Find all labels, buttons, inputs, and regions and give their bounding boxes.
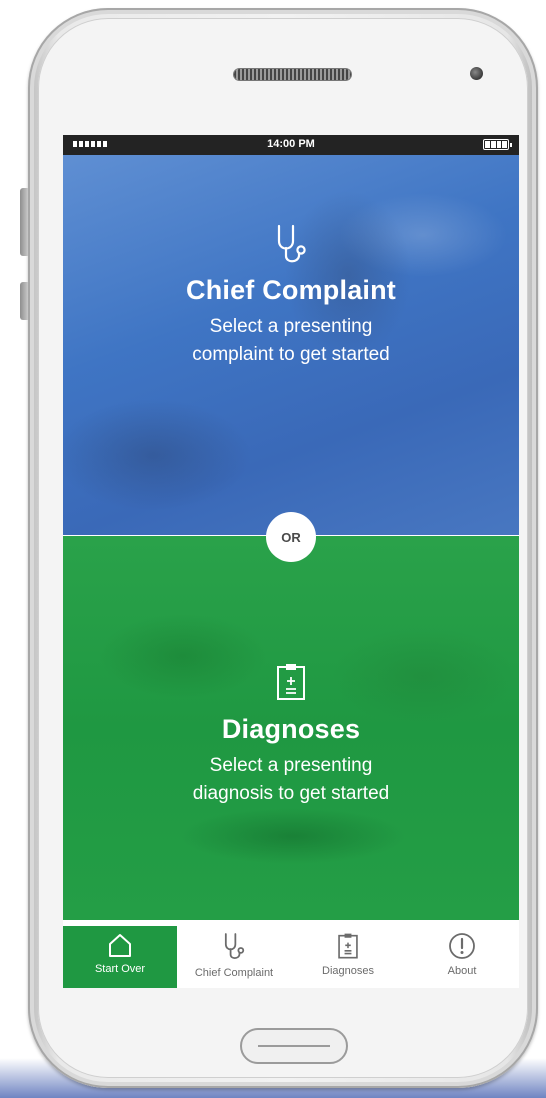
phone-screen: 14:00 PM Chief Complaint Select a presen… bbox=[63, 135, 519, 988]
tab-start-over[interactable]: Start Over bbox=[63, 926, 177, 988]
status-time: 14:00 PM bbox=[267, 138, 315, 150]
chief-complaint-subtitle-line2: complaint to get started bbox=[192, 344, 390, 365]
volume-up-button bbox=[20, 188, 28, 256]
tab-chief-complaint-label: Chief Complaint bbox=[194, 967, 274, 979]
clipboard-icon bbox=[338, 933, 358, 959]
bottom-tab-bar: Start Over Chief Complaint Diagnoses Abo… bbox=[63, 926, 519, 988]
diagnoses-content: Diagnoses Select a presenting diagnosis … bbox=[63, 662, 519, 807]
stethoscope-icon bbox=[277, 224, 306, 263]
chief-complaint-title: Chief Complaint bbox=[186, 275, 396, 305]
stethoscope-icon bbox=[224, 933, 245, 959]
diagnoses-subtitle-line1: Select a presenting bbox=[209, 755, 373, 776]
diagnoses-title: Diagnoses bbox=[221, 714, 361, 744]
tab-about-label: About bbox=[447, 965, 477, 977]
status-bar: 14:00 PM bbox=[63, 135, 519, 155]
chief-complaint-content: Chief Complaint Select a presenting comp… bbox=[63, 223, 519, 368]
battery-icon bbox=[483, 139, 512, 150]
tab-start-over-label: Start Over bbox=[94, 963, 146, 975]
info-icon bbox=[449, 933, 475, 959]
chief-complaint-subtitle-line1: Select a presenting bbox=[209, 316, 373, 337]
clipboard-icon bbox=[277, 664, 305, 700]
earpiece-speaker bbox=[234, 69, 351, 80]
home-icon bbox=[109, 934, 131, 957]
tab-about[interactable]: About bbox=[405, 926, 519, 988]
volume-down-button bbox=[20, 282, 28, 320]
chief-complaint-panel[interactable]: Chief Complaint Select a presenting comp… bbox=[63, 155, 519, 535]
diagnoses-subtitle-line2: diagnosis to get started bbox=[192, 783, 390, 804]
home-button[interactable] bbox=[240, 1028, 348, 1064]
tab-diagnoses-label: Diagnoses bbox=[322, 965, 374, 977]
or-separator: OR bbox=[266, 512, 316, 562]
tab-diagnoses[interactable]: Diagnoses bbox=[291, 926, 405, 988]
tab-chief-complaint[interactable]: Chief Complaint bbox=[177, 926, 291, 988]
front-camera bbox=[470, 67, 483, 80]
diagnoses-panel[interactable]: Diagnoses Select a presenting diagnosis … bbox=[63, 536, 519, 920]
